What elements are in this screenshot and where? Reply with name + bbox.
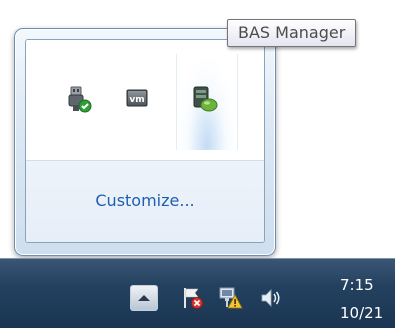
show-hidden-icons-button[interactable] (130, 285, 158, 311)
svg-text:vm: vm (129, 95, 144, 105)
customize-link[interactable]: Customize... (26, 191, 264, 210)
action-center-flag-icon[interactable] (180, 285, 206, 311)
safely-remove-hardware-icon[interactable] (64, 84, 94, 114)
flyout-panel: vm Customize... (25, 39, 265, 243)
clock-time: 7:15 (340, 276, 374, 294)
bas-manager-icon[interactable] (190, 84, 220, 114)
system-clock[interactable]: 7:15 10/21 (340, 271, 395, 327)
clock-date: 10/21 (340, 304, 384, 322)
notification-overflow-flyout: vm Customize... (14, 28, 276, 256)
chevron-up-icon (138, 295, 150, 301)
volume-speaker-icon[interactable] (258, 285, 284, 311)
network-warning-icon[interactable] (218, 285, 244, 311)
customize-area: Customize... (26, 160, 264, 242)
overflow-icons-row: vm (26, 40, 264, 160)
tooltip: BAS Manager (227, 19, 357, 47)
vmware-tools-icon[interactable]: vm (122, 84, 152, 114)
taskbar: 7:15 10/21 (0, 258, 395, 328)
